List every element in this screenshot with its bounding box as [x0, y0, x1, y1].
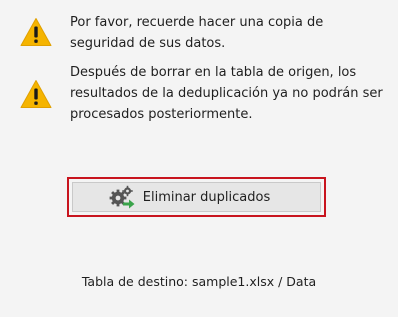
warning-triangle-icon: [20, 18, 52, 46]
warning-triangle-icon: [20, 80, 52, 108]
destination-table-label: Tabla de destino: sample1.xlsx / Data: [81, 274, 317, 289]
warning-text: Después de borrar en la tabla de origen,…: [70, 65, 383, 122]
gears-arrow-icon: [109, 185, 135, 209]
button-label: Eliminar duplicados: [142, 189, 271, 205]
warning-text: Por favor, recuerde hacer una copia de s…: [70, 15, 324, 51]
dedup-panel: Por favor, recuerde hacer una copia de s…: [0, 0, 398, 317]
deletion-warning: Después de borrar en la tabla de origen,…: [20, 65, 383, 122]
backup-warning: Por favor, recuerde hacer una copia de s…: [20, 15, 323, 51]
highlight-frame: Eliminar duplicados: [67, 177, 326, 217]
remove-duplicates-button[interactable]: Eliminar duplicados: [72, 182, 321, 212]
